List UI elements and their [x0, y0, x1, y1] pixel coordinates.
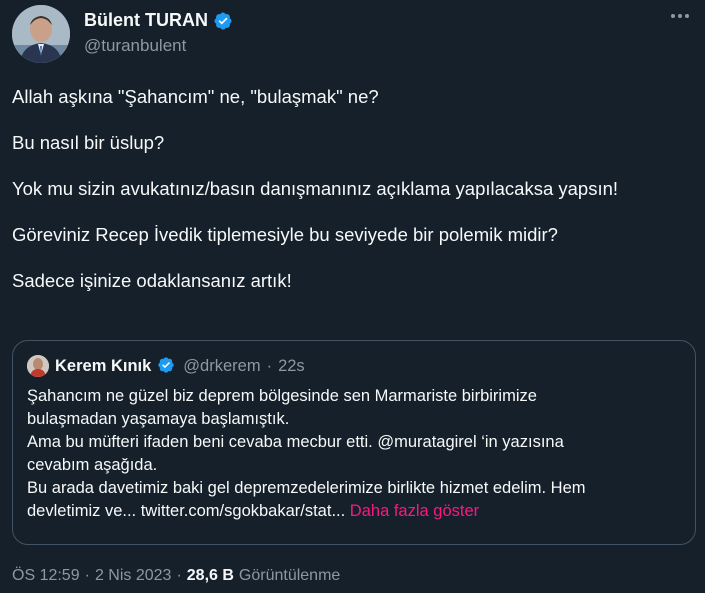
quoted-tweet-time[interactable]: 22s	[278, 357, 305, 376]
quoted-tweet-header: Kerem Kınık @drkerem · 22s	[27, 355, 305, 377]
quoted-author-handle[interactable]: @drkerem	[183, 357, 260, 376]
separator-dot: ·	[266, 356, 273, 375]
separator-dot: ·	[176, 567, 182, 584]
show-more-link[interactable]: Daha fazla göster	[350, 502, 479, 520]
tweet-date[interactable]: 2 Nis 2023	[95, 567, 172, 585]
separator-dot: ·	[84, 567, 90, 584]
author-handle[interactable]: @turanbulent	[84, 36, 186, 56]
quoted-tweet-text: Şahancım ne güzel biz deprem bölgesinde …	[27, 385, 687, 523]
verified-badge-icon	[213, 11, 233, 31]
quoted-author-name[interactable]: Kerem Kınık	[55, 357, 151, 376]
author-name[interactable]: Bülent TURAN	[84, 10, 208, 31]
view-count: 28,6 B	[186, 567, 234, 584]
tweet-time[interactable]: ÖS 12:59	[12, 567, 80, 585]
quoted-text-line: bulaşmadan yaşamaya başlamıştık.	[27, 410, 290, 428]
quoted-text-line: Şahancım ne güzel biz deprem bölgesinde …	[27, 387, 537, 405]
quoted-text-last-line: devletimiz ve... twitter.com/sgokbakar/s…	[27, 500, 687, 523]
tweet-paragraph: Göreviniz Recep İvedik tiplemesiyle bu s…	[12, 224, 558, 245]
quoted-text-truncated: devletimiz ve... twitter.com/sgokbakar/s…	[27, 502, 346, 520]
quoted-text-line: Ama bu müfteri ifaden beni cevaba mecbur…	[27, 433, 564, 451]
tweet-meta: ÖS 12:59 · 2 Nis 2023 · 28,6 B Görüntüle…	[12, 567, 340, 585]
verified-badge-icon	[157, 356, 177, 376]
view-count-label: Görüntülenme	[238, 567, 341, 584]
quoted-author-avatar	[27, 355, 49, 377]
tweet-paragraph: Allah aşkına "Şahancım" ne, "bulaşmak" n…	[12, 86, 379, 107]
author-avatar[interactable]	[12, 5, 70, 63]
quoted-text-line: Bu arada davetimiz baki gel depremzedele…	[27, 479, 586, 497]
quoted-text-line: cevabım aşağıda.	[27, 456, 158, 474]
tweet-paragraph: Bu nasıl bir üslup?	[12, 132, 165, 153]
tweet-paragraph: Yok mu sizin avukatınız/basın danışmanın…	[12, 178, 619, 199]
author-name-row: Bülent TURAN	[84, 10, 233, 31]
tweet-text: Allah aşkına "Şahancım" ne, "bulaşmak" n…	[12, 85, 692, 315]
quoted-tweet[interactable]: Kerem Kınık @drkerem · 22s Şahancım ne g…	[12, 340, 696, 545]
tweet-paragraph: Sadece işinize odaklansanız artık!	[12, 270, 292, 291]
more-options-icon[interactable]	[671, 14, 689, 18]
